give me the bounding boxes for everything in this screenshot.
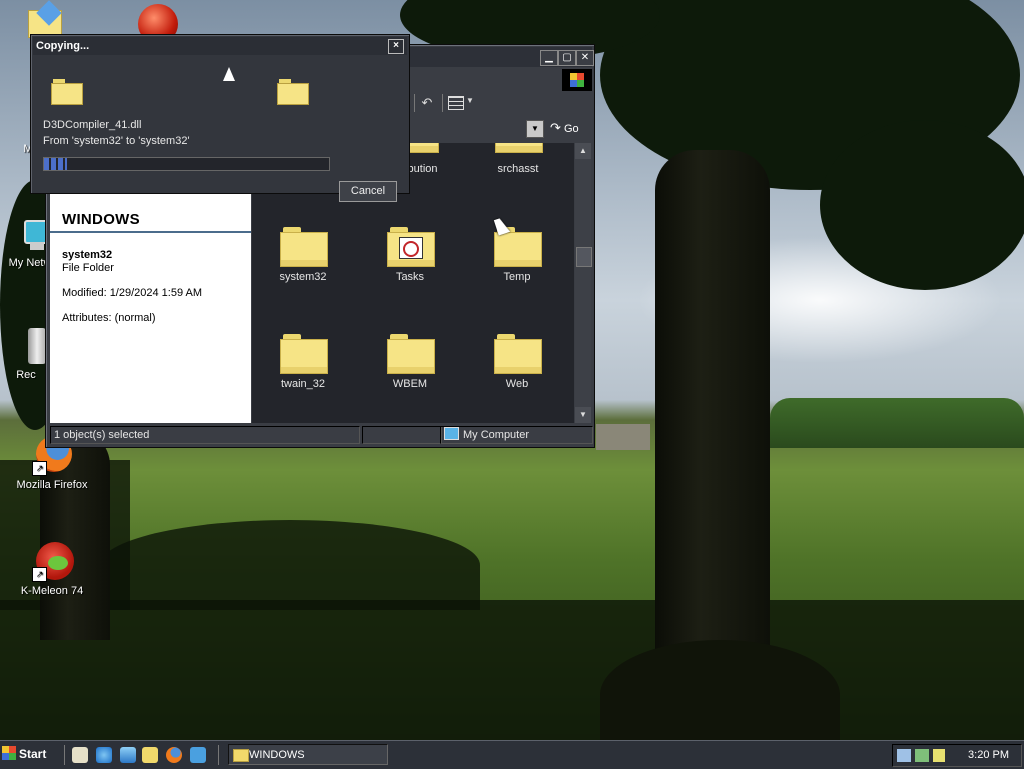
status-zone-label: My Computer bbox=[463, 429, 530, 441]
start-button[interactable]: Start bbox=[2, 744, 58, 765]
status-size bbox=[362, 426, 442, 444]
toolbar-divider bbox=[414, 94, 415, 112]
flying-paper-icon bbox=[223, 67, 235, 81]
folder-label: srchasst bbox=[497, 163, 539, 175]
selected-item-modified: Modified: 1/29/2024 1:59 AM bbox=[62, 287, 203, 299]
tree-shadow bbox=[0, 600, 1024, 740]
folder-label: twain_32 bbox=[280, 378, 326, 390]
folder-label: WBEM bbox=[392, 378, 428, 390]
cancel-button[interactable]: Cancel bbox=[339, 181, 397, 202]
selected-item-name: system32 bbox=[62, 249, 113, 261]
desktop-icon-k-meleon[interactable]: ↗ K-Meleon 74 bbox=[16, 542, 88, 597]
internet-explorer-icon[interactable] bbox=[96, 747, 112, 763]
folder-icon bbox=[494, 334, 542, 374]
copy-progress-dialog[interactable]: Copying... × D3DCompiler_41.dll From 'sy… bbox=[30, 34, 410, 202]
dialog-body: D3DCompiler_41.dll From 'system32' to 's… bbox=[33, 57, 407, 202]
copy-file-name: D3DCompiler_41.dll bbox=[43, 119, 142, 131]
start-label: Start bbox=[19, 747, 47, 761]
my-computer-icon bbox=[444, 427, 459, 440]
treeline bbox=[770, 398, 1024, 448]
dialog-title: Copying... bbox=[36, 40, 90, 52]
maximize-button[interactable]: ▢ bbox=[558, 50, 576, 66]
tree-root bbox=[600, 640, 840, 740]
status-selection: 1 object(s) selected bbox=[50, 426, 360, 444]
source-folder-icon bbox=[51, 79, 83, 105]
show-desktop-icon[interactable] bbox=[72, 747, 88, 763]
status-bar: 1 object(s) selected My Computer bbox=[48, 425, 593, 444]
chevron-down-icon: ▼ bbox=[531, 124, 539, 133]
shortcut-arrow-icon: ↗ bbox=[32, 567, 47, 582]
volume-icon[interactable] bbox=[933, 749, 945, 762]
destination-folder-icon bbox=[277, 79, 309, 105]
go-label: Go bbox=[563, 123, 579, 135]
copy-progress-bar bbox=[43, 157, 330, 171]
vertical-scrollbar[interactable]: ▲ ▼ bbox=[575, 143, 592, 423]
close-icon: × bbox=[393, 40, 399, 51]
selected-item-type: File Folder bbox=[62, 262, 114, 274]
taskbar-divider bbox=[64, 745, 65, 765]
desktop-icon-label: Mozilla Firefox bbox=[16, 479, 88, 491]
tray-app-icon[interactable] bbox=[915, 749, 929, 762]
scroll-up-button[interactable]: ▲ bbox=[575, 143, 591, 159]
system-tray: 3:20 PM bbox=[892, 744, 1022, 767]
views-dropdown-icon[interactable]: ▼ bbox=[466, 96, 474, 105]
views-icon[interactable] bbox=[448, 96, 464, 110]
chateau bbox=[596, 424, 650, 450]
firefox-icon[interactable] bbox=[166, 747, 182, 763]
my-network-places-icon bbox=[10, 214, 52, 254]
toolbar-divider bbox=[442, 94, 443, 112]
progress-fill bbox=[44, 158, 67, 170]
folder-label: Tasks bbox=[395, 271, 425, 283]
windows-flag-icon bbox=[2, 746, 16, 760]
outlook-express-icon[interactable] bbox=[120, 747, 136, 763]
messenger-icon[interactable] bbox=[190, 747, 206, 763]
dialog-titlebar[interactable]: Copying... × bbox=[33, 37, 407, 55]
folder-item[interactable]: srchasst bbox=[478, 143, 558, 175]
scroll-down-button[interactable]: ▼ bbox=[575, 407, 591, 423]
desktop-icon-unknown[interactable] bbox=[138, 4, 182, 44]
folder-item[interactable]: twain_32 bbox=[263, 334, 343, 390]
folder-item[interactable]: WBEM bbox=[370, 334, 450, 390]
selected-item-attributes: Attributes: (normal) bbox=[62, 312, 156, 324]
shortcut-arrow-icon: ↗ bbox=[32, 461, 47, 476]
desktop-icon-label: K-Meleon 74 bbox=[20, 585, 84, 597]
folder-icon bbox=[280, 334, 328, 374]
folder-title: WINDOWS bbox=[62, 211, 140, 228]
go-button[interactable]: ↷ Go bbox=[550, 119, 590, 137]
taskbar-button-windows[interactable]: WINDOWS bbox=[228, 744, 388, 765]
folder-label: Web bbox=[505, 378, 529, 390]
folder-icon bbox=[233, 749, 249, 762]
minimize-button[interactable]: ▁ bbox=[540, 50, 558, 66]
folder-item[interactable]: Tasks bbox=[370, 227, 450, 283]
undo-icon[interactable]: ↶ bbox=[418, 95, 436, 111]
copy-from-to: From 'system32' to 'system32' bbox=[43, 135, 190, 147]
folder-icon bbox=[280, 227, 328, 267]
tree-shadow bbox=[100, 520, 480, 610]
status-zone: My Computer bbox=[440, 426, 593, 444]
folder-label: Temp bbox=[503, 271, 531, 283]
go-arrow-icon: ↷ bbox=[550, 120, 561, 135]
taskbar-divider bbox=[218, 745, 219, 765]
clock[interactable]: 3:20 PM bbox=[968, 745, 1009, 766]
folder-label: system32 bbox=[279, 271, 327, 283]
folder-icon bbox=[495, 143, 543, 157]
folder-item-selected[interactable]: system32 bbox=[263, 227, 343, 283]
network-icon[interactable] bbox=[897, 749, 911, 762]
title-divider bbox=[50, 231, 251, 233]
recycle-bin-icon bbox=[6, 326, 46, 366]
address-dropdown-button[interactable]: ▼ bbox=[526, 120, 544, 138]
taskbar: Start WINDOWS 3:20 PM bbox=[0, 740, 1024, 769]
folder-icon bbox=[387, 334, 435, 374]
taskbar-button-label: WINDOWS bbox=[249, 749, 305, 761]
k-meleon-icon: ↗ bbox=[32, 542, 74, 582]
tree-canopy bbox=[820, 120, 1024, 290]
dialog-close-button[interactable]: × bbox=[388, 39, 404, 54]
windows-logo-icon bbox=[562, 69, 592, 91]
windows-explorer-icon[interactable] bbox=[142, 747, 158, 763]
scheduled-tasks-folder-icon bbox=[387, 227, 435, 267]
scroll-thumb[interactable] bbox=[576, 247, 592, 267]
folder-item[interactable]: Web bbox=[477, 334, 557, 390]
close-button[interactable]: ✕ bbox=[576, 50, 594, 66]
folder-item[interactable]: Temp bbox=[477, 227, 557, 283]
